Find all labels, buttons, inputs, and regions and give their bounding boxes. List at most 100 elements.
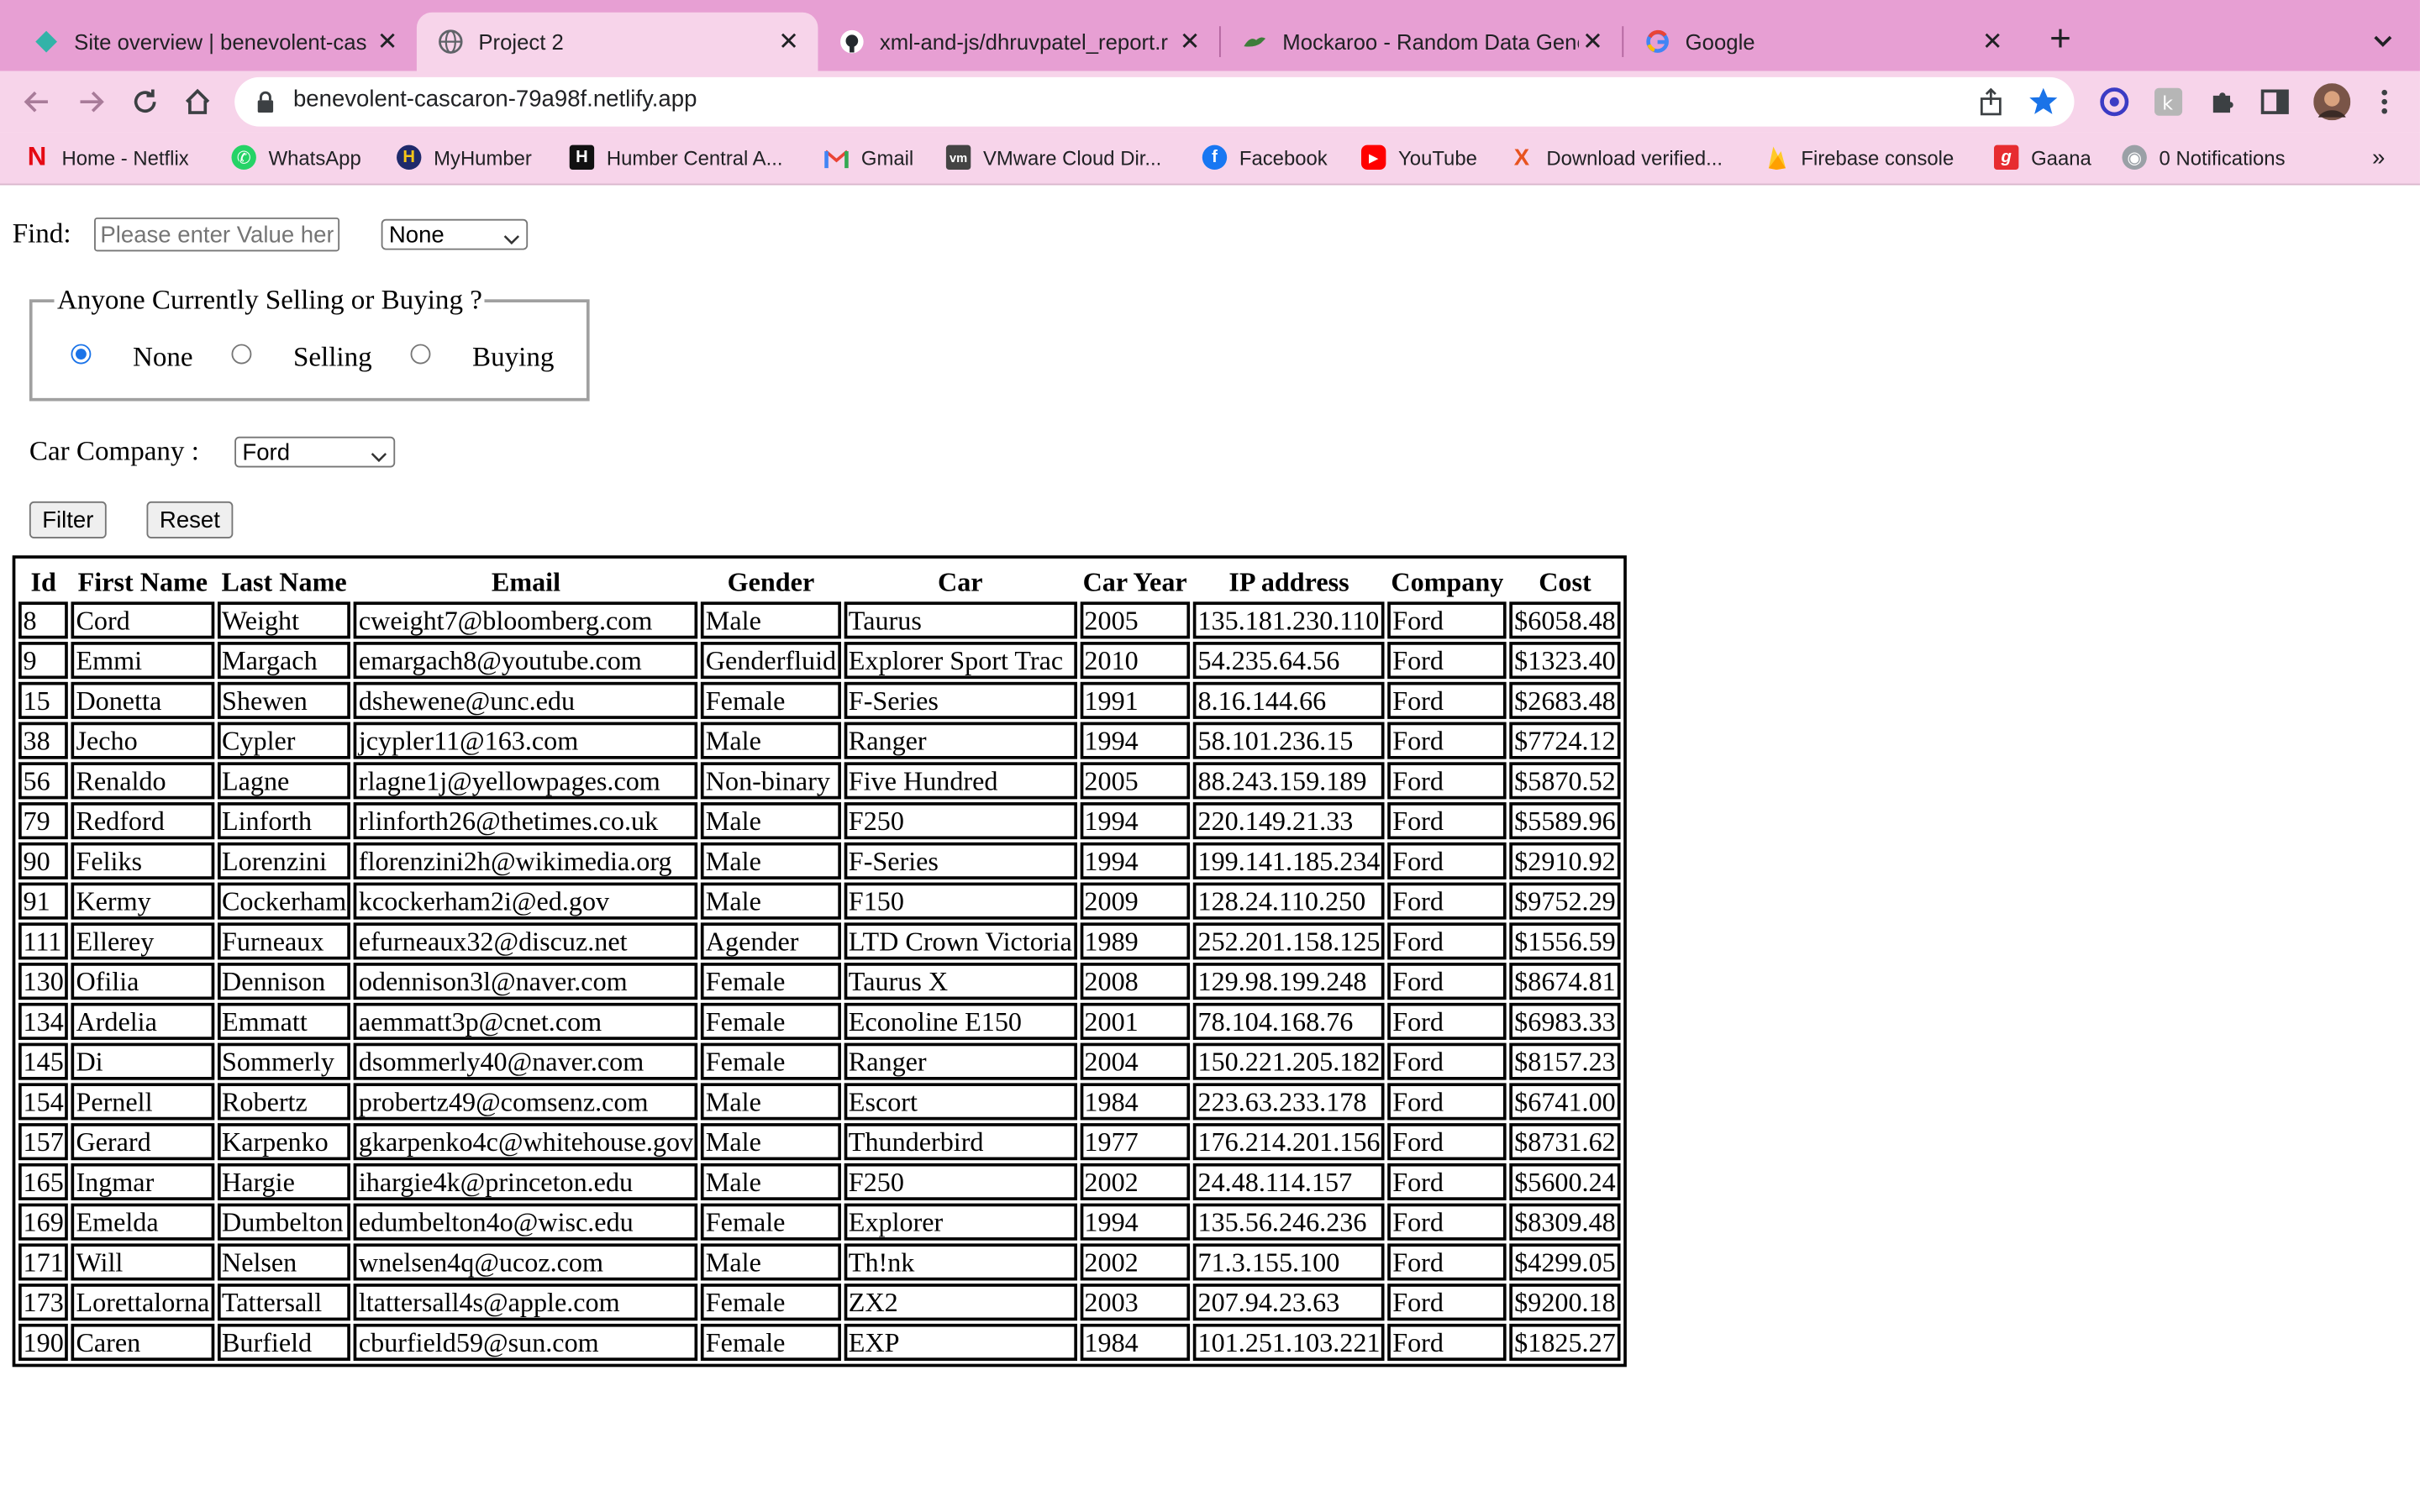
whatsapp-icon: ✆ (231, 144, 256, 171)
avatar[interactable] (2313, 83, 2351, 121)
cell-ip-address: 135.181.230.110 (1193, 601, 1386, 639)
tab-github[interactable]: xml-and-js/dhruvpatel_report.r ✕ (818, 13, 1219, 71)
find-input[interactable] (94, 217, 340, 252)
cell-gender: Male (701, 601, 841, 639)
close-icon[interactable]: ✕ (1176, 28, 1204, 55)
cell-cost: $8309.48 (1509, 1203, 1621, 1241)
chevron-down-icon[interactable] (2367, 24, 2398, 55)
bookmark-gmail[interactable]: Gmail (824, 142, 913, 173)
new-tab-button[interactable]: + (2040, 21, 2081, 62)
cell-gender: Genderfluid (701, 642, 841, 680)
radio-buying[interactable] (410, 344, 431, 365)
tab-project-2[interactable]: Project 2 ✕ (416, 12, 818, 71)
cell-email: ihargie4k@princeton.edu (354, 1163, 698, 1200)
cell-car: Ranger (844, 722, 1077, 759)
bookmark-youtube[interactable]: ▶ YouTube (1360, 142, 1477, 173)
cell-last-name: Nelsen (217, 1243, 351, 1281)
car-company-label: Car Company : (29, 434, 199, 466)
radio-none[interactable] (71, 344, 92, 365)
car-company-select[interactable]: Ford (234, 436, 396, 468)
tab-site-overview[interactable]: Site overview | benevolent-cas ✕ (13, 13, 417, 71)
bookmark-download-verified[interactable]: X Download verified... (1509, 142, 1723, 173)
cell-first-name: Ardelia (71, 1002, 214, 1040)
bookmark-vmware[interactable]: vm VMware Cloud Dir... (945, 142, 1162, 173)
cell-car-year: 1989 (1079, 922, 1191, 960)
cell-ip-address: 8.16.144.66 (1193, 681, 1386, 719)
share-icon[interactable] (1979, 87, 2003, 123)
bookmarks-overflow-button[interactable]: » (2372, 142, 2385, 173)
bookmark-gaana[interactable]: g Gaana (1994, 142, 2091, 173)
table-row: 190 Caren Burfield cburfield59@sun.com Femal… (18, 1323, 1621, 1361)
cell-id: 134 (18, 1002, 69, 1040)
table-row: 79 Redford Linforth rlinforth26@thetimes.co… (18, 802, 1621, 840)
cell-cost: $9752.29 (1509, 882, 1621, 920)
x-icon: X (1513, 144, 1530, 171)
extension-k-icon[interactable]: k (2153, 87, 2184, 118)
back-icon[interactable] (18, 83, 55, 120)
cell-id: 145 (18, 1042, 69, 1080)
table-row: 173 Lorettalorna Tattersall ltattersall4s@a… (18, 1284, 1621, 1321)
extensions-puzzle-icon[interactable] (2207, 87, 2238, 118)
cell-email: aemmatt3p@cnet.com (354, 1002, 698, 1040)
cell-email: cweight7@bloomberg.com (354, 601, 698, 639)
close-icon[interactable]: ✕ (1579, 28, 1607, 55)
cell-email: kcockerham2i@ed.gov (354, 882, 698, 920)
cell-company: Ford (1387, 1323, 1507, 1361)
reset-button[interactable]: Reset (146, 501, 234, 539)
cell-last-name: Tattersall (217, 1284, 351, 1321)
forward-icon[interactable] (72, 83, 109, 120)
cell-email: jcypler11@163.com (354, 722, 698, 759)
cell-ip-address: 71.3.155.100 (1193, 1243, 1386, 1281)
close-icon[interactable]: ✕ (1979, 28, 2007, 55)
extension-circle-icon[interactable] (2099, 87, 2130, 118)
reload-icon[interactable] (127, 83, 164, 120)
cell-id: 90 (18, 842, 69, 879)
bookmark-facebook[interactable]: f Facebook (1202, 142, 1328, 173)
cell-id: 9 (18, 642, 69, 680)
address-bar[interactable]: benevolent-cascaron-79a98f.netlify.app (234, 76, 2075, 127)
cell-gender: Male (701, 1083, 841, 1121)
bookmark-label: Gmail (860, 145, 914, 170)
cell-car: F150 (844, 882, 1077, 920)
cell-gender: Female (701, 1042, 841, 1080)
close-icon[interactable]: ✕ (373, 28, 401, 55)
url-text[interactable]: benevolent-cascaron-79a98f.netlify.app (293, 87, 697, 113)
tab-mockaroo[interactable]: Mockaroo - Random Data Gene ✕ (1221, 13, 1623, 71)
lock-icon[interactable] (256, 91, 275, 120)
cell-ip-address: 129.98.199.248 (1193, 963, 1386, 1000)
bookmark-notifications[interactable]: ◉ 0 Notifications (2122, 142, 2286, 173)
table-row: 91 Kermy Cockerham kcockerham2i@ed.gov Male F… (18, 882, 1621, 920)
bookmark-firebase[interactable]: Firebase console (1764, 142, 1954, 173)
menu-kebab-icon[interactable] (2369, 87, 2400, 118)
bookmark-whatsapp[interactable]: ✆ WhatsApp (231, 142, 361, 173)
cell-first-name: Kermy (71, 882, 214, 920)
cell-last-name: Sommerly (217, 1042, 351, 1080)
cell-email: ltattersall4s@apple.com (354, 1284, 698, 1321)
filter-button[interactable]: Filter (29, 501, 107, 539)
table-row: 15 Donetta Shewen dshewene@unc.edu Female F-S… (18, 681, 1621, 719)
tab-title: Google (1685, 29, 1755, 55)
cell-car-year: 2005 (1079, 762, 1191, 800)
close-icon[interactable]: ✕ (775, 28, 802, 55)
cell-first-name: Ofilia (71, 963, 214, 1000)
radio-selling[interactable] (231, 344, 252, 365)
bookmark-netflix[interactable]: N Home - Netflix (24, 141, 189, 173)
bookmark-label: VMware Cloud Dir... (982, 145, 1162, 170)
cell-car: LTD Crown Victoria (844, 922, 1077, 960)
cell-id: 169 (18, 1203, 69, 1241)
home-icon[interactable] (179, 83, 216, 120)
side-panel-icon[interactable] (2260, 87, 2291, 118)
cell-car: Thunderbird (844, 1123, 1077, 1161)
tab-google[interactable]: Google ✕ (1623, 13, 2022, 71)
bookmark-label: 0 Notifications (2159, 145, 2286, 170)
netflix-icon: N (27, 141, 47, 171)
bookmark-star-icon[interactable] (2028, 87, 2059, 125)
bookmark-humber-central[interactable]: H Humber Central A... (569, 142, 782, 173)
cell-cost: $5600.24 (1509, 1163, 1621, 1200)
cell-id: 56 (18, 762, 69, 800)
cell-last-name: Cypler (217, 722, 351, 759)
bookmark-myhumber[interactable]: H MyHumber (397, 142, 532, 173)
cell-first-name: Emelda (71, 1203, 214, 1241)
bookmark-label: Download verified... (1546, 145, 1723, 170)
find-field-select[interactable]: None (381, 218, 529, 250)
